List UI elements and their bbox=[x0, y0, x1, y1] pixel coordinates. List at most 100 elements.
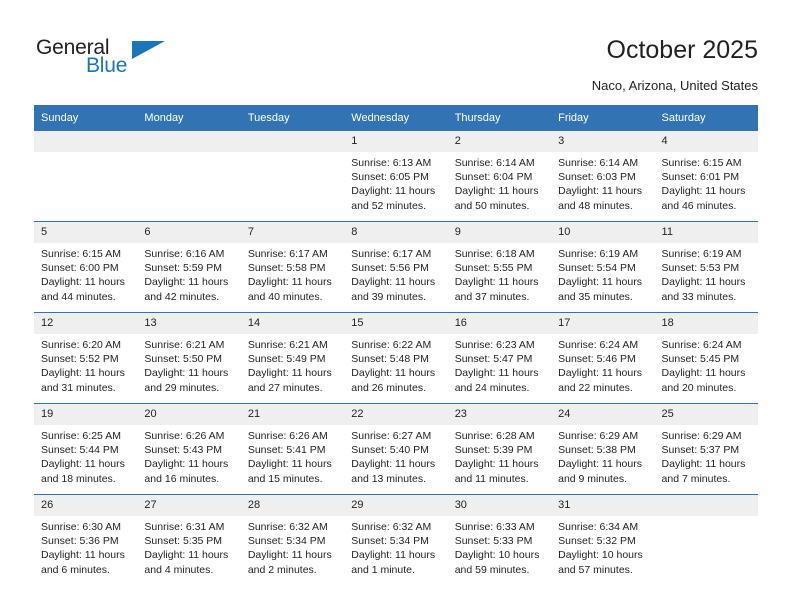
daylight-text: Daylight: 11 hours bbox=[41, 276, 125, 289]
sunrise-text: Sunrise: 6:17 AM bbox=[247, 248, 328, 260]
calendar-day-cell[interactable]: 22 Sunrise: 6:27 AM Sunset: 5:40 PM Dayligh… bbox=[344, 403, 448, 495]
calendar-day-cell[interactable]: 2 Sunrise: 6:14 AM Sunset: 6:04 PM Daylight… bbox=[447, 131, 552, 222]
day-sun-info: Sunrise: 6:33 AM Sunset: 5:33 PM Daylight:… bbox=[448, 516, 551, 577]
calendar-day-cell[interactable]: 7 Sunrise: 6:17 AM Sunset: 5:58 PM Daylight… bbox=[240, 221, 345, 313]
day-number: 20 bbox=[137, 404, 241, 425]
calendar-day-cell[interactable]: 20 Sunrise: 6:26 AM Sunset: 5:43 PM Dayligh… bbox=[137, 403, 241, 495]
sunset-text: Sunset: 5:41 PM bbox=[247, 444, 326, 457]
day-sun-info: Sunrise: 6:31 AM Sunset: 5:35 PM Daylight:… bbox=[137, 516, 240, 577]
calendar-day-cell[interactable]: 9 Sunrise: 6:18 AM Sunset: 5:55 PM Daylight… bbox=[447, 221, 552, 313]
calendar-day-cell[interactable]: 28 Sunrise: 6:32 AM Sunset: 5:34 PM Dayligh… bbox=[240, 494, 345, 585]
calendar-day-cell[interactable]: 15 Sunrise: 6:22 AM Sunset: 5:48 PM Dayligh… bbox=[344, 312, 448, 404]
daylight-text-cont: and 33 minutes. bbox=[661, 290, 737, 303]
calendar-day-cell[interactable]: 21 Sunrise: 6:26 AM Sunset: 5:41 PM Dayligh… bbox=[240, 403, 345, 495]
calendar-day-cell[interactable]: 10 Sunrise: 6:19 AM Sunset: 5:54 PM Dayligh… bbox=[551, 221, 655, 313]
sunset-text: Sunset: 5:33 PM bbox=[454, 535, 533, 548]
weekday-header-wednesday: Wednesday bbox=[344, 105, 448, 131]
calendar-day-cell[interactable]: 17 Sunrise: 6:24 AM Sunset: 5:46 PM Dayligh… bbox=[551, 312, 655, 404]
day-sun-info: Sunrise: 6:34 AM Sunset: 5:32 PM Daylight:… bbox=[551, 516, 654, 577]
sunset-text: Sunset: 5:53 PM bbox=[661, 262, 740, 275]
day-sun-info: Sunrise: 6:21 AM Sunset: 5:49 PM Daylight:… bbox=[241, 334, 344, 395]
page-title: October 2025 bbox=[606, 36, 759, 64]
calendar-day-cell[interactable]: 13 Sunrise: 6:21 AM Sunset: 5:50 PM Dayligh… bbox=[137, 312, 241, 404]
day-number: 3 bbox=[551, 131, 655, 152]
sunset-text: Sunset: 5:47 PM bbox=[454, 353, 533, 366]
calendar-week-row: 26 Sunrise: 6:30 AM Sunset: 5:36 PM Dayligh… bbox=[34, 494, 758, 585]
sunset-text: Sunset: 5:46 PM bbox=[558, 353, 636, 366]
day-number: 5 bbox=[34, 222, 138, 243]
calendar-day-cell[interactable]: 16 Sunrise: 6:23 AM Sunset: 5:47 PM Dayligh… bbox=[447, 312, 552, 404]
sunrise-text: Sunrise: 6:31 AM bbox=[144, 521, 225, 533]
calendar-day-cell[interactable]: 11 Sunrise: 6:19 AM Sunset: 5:53 PM Dayligh… bbox=[654, 221, 758, 313]
logo-triangle-icon bbox=[132, 41, 165, 59]
day-sun-info: Sunrise: 6:24 AM Sunset: 5:46 PM Daylight:… bbox=[551, 334, 654, 395]
day-number: 27 bbox=[137, 495, 241, 516]
day-sun-info: Sunrise: 6:25 AM Sunset: 5:44 PM Daylight:… bbox=[34, 425, 137, 486]
calendar-day-cell[interactable]: 6 Sunrise: 6:16 AM Sunset: 5:59 PM Daylight… bbox=[137, 221, 241, 313]
daylight-text: Daylight: 11 hours bbox=[41, 458, 125, 471]
day-number: 31 bbox=[551, 495, 655, 516]
calendar-cell-empty bbox=[240, 131, 345, 222]
sunrise-sunset-calendar: Sunday Monday Tuesday Wednesday Thursday… bbox=[34, 105, 758, 585]
calendar-day-cell[interactable]: 8 Sunrise: 6:17 AM Sunset: 5:56 PM Daylight… bbox=[344, 221, 448, 313]
daylight-text: Daylight: 11 hours bbox=[144, 458, 229, 471]
daylight-text: Daylight: 10 hours bbox=[454, 549, 540, 562]
daylight-text: Daylight: 11 hours bbox=[558, 458, 642, 471]
daylight-text-cont: and 27 minutes. bbox=[247, 381, 323, 394]
calendar-page: General Blue October 2025 Naco, Arizona,… bbox=[0, 0, 792, 612]
sunrise-text: Sunrise: 6:26 AM bbox=[144, 430, 225, 442]
sunrise-text: Sunrise: 6:22 AM bbox=[351, 339, 432, 351]
sunset-text: Sunset: 5:34 PM bbox=[247, 535, 326, 548]
daylight-text: Daylight: 11 hours bbox=[247, 367, 332, 380]
sunset-text: Sunset: 5:58 PM bbox=[247, 262, 326, 275]
calendar-day-cell[interactable]: 18 Sunrise: 6:24 AM Sunset: 5:45 PM Dayligh… bbox=[654, 312, 758, 404]
daylight-text: Daylight: 11 hours bbox=[454, 458, 539, 471]
calendar-day-cell[interactable]: 4 Sunrise: 6:15 AM Sunset: 6:01 PM Daylight… bbox=[654, 131, 758, 222]
daylight-text: Daylight: 11 hours bbox=[351, 458, 436, 471]
day-number: 17 bbox=[551, 313, 655, 334]
daylight-text-cont: and 6 minutes. bbox=[41, 563, 110, 576]
sunrise-text: Sunrise: 6:30 AM bbox=[41, 521, 121, 533]
calendar-day-cell[interactable]: 30 Sunrise: 6:33 AM Sunset: 5:33 PM Dayligh… bbox=[447, 494, 552, 585]
daylight-text-cont: and 9 minutes. bbox=[558, 472, 627, 485]
weekday-header-row: Sunday Monday Tuesday Wednesday Thursday… bbox=[34, 105, 758, 131]
calendar-day-cell[interactable]: 1 Sunrise: 6:13 AM Sunset: 6:05 PM Daylight… bbox=[344, 131, 448, 222]
sunset-text: Sunset: 6:05 PM bbox=[351, 171, 429, 184]
calendar-day-cell[interactable]: 14 Sunrise: 6:21 AM Sunset: 5:49 PM Dayligh… bbox=[240, 312, 345, 404]
sunset-text: Sunset: 5:35 PM bbox=[144, 535, 223, 548]
calendar-day-cell[interactable]: 24 Sunrise: 6:29 AM Sunset: 5:38 PM Dayligh… bbox=[551, 403, 655, 495]
daylight-text-cont: and 31 minutes. bbox=[41, 381, 116, 394]
calendar-day-cell[interactable]: 31 Sunrise: 6:34 AM Sunset: 5:32 PM Dayligh… bbox=[551, 494, 655, 585]
calendar-day-cell[interactable]: 26 Sunrise: 6:30 AM Sunset: 5:36 PM Dayligh… bbox=[34, 494, 138, 585]
day-sun-info: Sunrise: 6:15 AM Sunset: 6:00 PM Daylight:… bbox=[34, 243, 137, 304]
day-sun-info: Sunrise: 6:14 AM Sunset: 6:04 PM Daylight:… bbox=[448, 152, 551, 213]
calendar-day-cell[interactable]: 5 Sunrise: 6:15 AM Sunset: 6:00 PM Daylight… bbox=[34, 221, 138, 313]
calendar-day-cell[interactable]: 25 Sunrise: 6:29 AM Sunset: 5:37 PM Dayligh… bbox=[654, 403, 758, 495]
calendar-day-cell[interactable]: 3 Sunrise: 6:14 AM Sunset: 6:03 PM Daylight… bbox=[551, 131, 655, 222]
daylight-text: Daylight: 11 hours bbox=[351, 185, 436, 198]
daylight-text: Daylight: 11 hours bbox=[661, 458, 746, 471]
calendar-cell-empty bbox=[654, 494, 758, 585]
calendar-day-cell[interactable]: 29 Sunrise: 6:32 AM Sunset: 5:34 PM Dayligh… bbox=[344, 494, 448, 585]
day-number bbox=[654, 495, 758, 516]
daylight-text-cont: and 11 minutes. bbox=[454, 472, 529, 485]
general-blue-logo[interactable]: General Blue bbox=[36, 36, 186, 82]
calendar-day-cell[interactable]: 19 Sunrise: 6:25 AM Sunset: 5:44 PM Dayligh… bbox=[34, 403, 138, 495]
sunrise-text: Sunrise: 6:26 AM bbox=[247, 430, 328, 442]
day-sun-info: Sunrise: 6:28 AM Sunset: 5:39 PM Daylight:… bbox=[448, 425, 551, 486]
calendar-day-cell[interactable]: 23 Sunrise: 6:28 AM Sunset: 5:39 PM Dayligh… bbox=[447, 403, 552, 495]
sunrise-text: Sunrise: 6:14 AM bbox=[558, 157, 639, 169]
calendar-day-cell[interactable]: 27 Sunrise: 6:31 AM Sunset: 5:35 PM Dayligh… bbox=[137, 494, 241, 585]
sunrise-text: Sunrise: 6:19 AM bbox=[558, 248, 639, 260]
daylight-text: Daylight: 11 hours bbox=[41, 367, 125, 380]
day-number: 15 bbox=[344, 313, 448, 334]
day-sun-info: Sunrise: 6:21 AM Sunset: 5:50 PM Daylight:… bbox=[137, 334, 240, 395]
sunrise-text: Sunrise: 6:24 AM bbox=[661, 339, 742, 351]
sunrise-text: Sunrise: 6:29 AM bbox=[558, 430, 639, 442]
sunrise-text: Sunrise: 6:21 AM bbox=[247, 339, 328, 351]
calendar-day-cell[interactable]: 12 Sunrise: 6:20 AM Sunset: 5:52 PM Dayligh… bbox=[34, 312, 138, 404]
calendar-week-row: 1 Sunrise: 6:13 AM Sunset: 6:05 PM Daylight… bbox=[34, 131, 758, 222]
daylight-text-cont: and 24 minutes. bbox=[454, 381, 530, 394]
day-number: 16 bbox=[447, 313, 552, 334]
sunrise-text: Sunrise: 6:16 AM bbox=[144, 248, 225, 260]
